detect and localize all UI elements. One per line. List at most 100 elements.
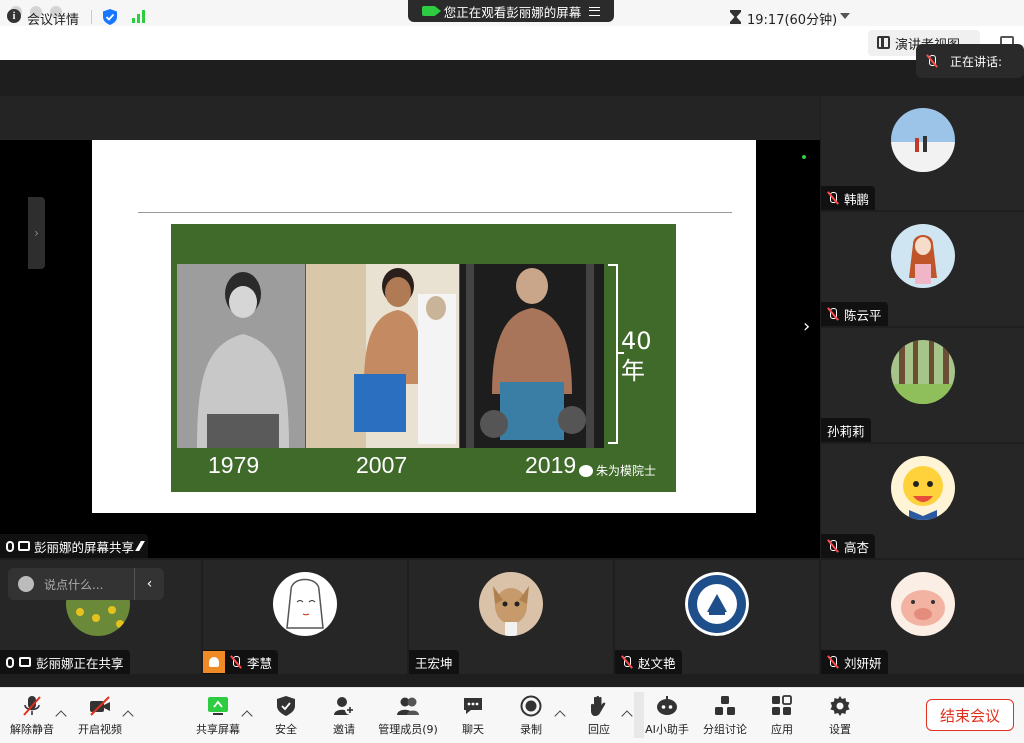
screen-share-icon — [19, 657, 31, 667]
participant-tile[interactable]: 陈云平 — [821, 212, 1024, 326]
muted-mic-icon — [230, 656, 242, 668]
gear-icon — [830, 696, 850, 716]
breakout-rooms-button[interactable]: 分组讨论 — [701, 687, 749, 743]
manage-participants-label: 管理成员(9) — [378, 723, 438, 736]
muted-mic-icon — [827, 540, 839, 552]
participant-name: 韩鹏 — [844, 191, 870, 207]
participant-tile[interactable]: 韩鹏 — [821, 96, 1024, 210]
slide-photo: 40 年 1979 2007 2019 朱为模院士 — [171, 224, 676, 492]
annotate-pencil-icon[interactable] — [135, 541, 145, 551]
settings-button[interactable]: 设置 — [820, 687, 860, 743]
participant-name-tag: 彭丽娜正在共享 — [0, 650, 130, 674]
participant-name: 刘妍妍 — [844, 655, 882, 671]
share-screen-button[interactable]: 共享屏幕 — [194, 687, 242, 743]
ai-assistant-button[interactable]: AI小助手 — [643, 687, 691, 743]
network-signal-icon[interactable] — [132, 10, 148, 23]
share-label-text: 彭丽娜的屏幕共享 — [34, 539, 135, 555]
settings-label: 设置 — [829, 723, 851, 736]
status-dot — [802, 155, 806, 159]
ai-assistant-label: AI小助手 — [645, 723, 689, 736]
avatar — [891, 340, 955, 404]
participant-tile[interactable]: 高杏 — [821, 444, 1024, 558]
participant-tile[interactable]: 刘妍妍 — [821, 560, 1024, 674]
avatar — [685, 572, 749, 636]
reactions-button[interactable]: 回应 — [579, 687, 619, 743]
apps-label: 应用 — [771, 723, 793, 736]
participants-icon — [397, 697, 419, 715]
participant-name-tag: 刘妍妍 — [821, 650, 888, 674]
meeting-timer: 19:17(60分钟) — [747, 13, 838, 28]
participant-name-tag: 李慧 — [203, 650, 279, 674]
participant-tile[interactable]: 李慧 — [203, 560, 407, 674]
quick-chat-input[interactable]: 说点什么... ‹ — [8, 568, 164, 600]
screen-share-icon — [18, 541, 30, 551]
title-bar: 您正在观看彭丽娜的屏幕 — [0, 0, 1024, 26]
muted-mic-icon — [621, 656, 633, 668]
muted-mic-icon — [827, 308, 839, 320]
video-camera-icon — [421, 6, 441, 16]
chat-button[interactable]: 聊天 — [453, 687, 493, 743]
wechat-watermark: 朱为模院士 — [579, 462, 656, 479]
info-icon[interactable]: i — [7, 9, 21, 23]
avatar — [891, 108, 955, 172]
year-char: 年 — [621, 357, 645, 385]
screen-share-name-tag: 彭丽娜的屏幕共享 — [0, 534, 149, 558]
participant-name-tag: 赵文艳 — [615, 650, 682, 674]
unmute-button[interactable]: 解除静音 — [8, 687, 56, 743]
year-2019: 2019 — [525, 452, 577, 478]
meeting-details-link[interactable]: 会议详情 — [27, 9, 79, 28]
avatar — [891, 224, 955, 288]
chevron-right-icon[interactable]: › — [803, 316, 810, 337]
record-label: 录制 — [520, 723, 542, 736]
forty-years-label: 40 年 — [621, 326, 652, 386]
ai-assistant-icon — [657, 696, 677, 715]
record-button[interactable]: 录制 — [511, 687, 551, 743]
chevron-left-icon[interactable]: ‹ — [134, 568, 164, 600]
avatar — [273, 572, 337, 636]
participant-name: 赵文艳 — [638, 655, 676, 671]
participant-tile[interactable]: 赵文艳 — [615, 560, 819, 674]
participant-tile[interactable]: 王宏坤 — [409, 560, 613, 674]
chevron-right-icon[interactable]: › — [28, 197, 45, 269]
shield-icon[interactable] — [103, 9, 117, 25]
year-1979: 1979 — [208, 452, 260, 478]
invite-button[interactable]: 邀请 — [324, 687, 364, 743]
apps-button[interactable]: 应用 — [762, 687, 802, 743]
active-speaker-indicator: 正在讲话: — [916, 44, 1024, 78]
share-screen-label: 共享屏幕 — [196, 723, 240, 736]
breakout-rooms-icon — [715, 696, 735, 715]
breakout-rooms-label: 分组讨论 — [703, 723, 747, 736]
start-video-button[interactable]: 开启视频 — [76, 687, 124, 743]
photo-2019 — [460, 264, 604, 448]
timeline-bracket — [608, 264, 624, 444]
reactions-label: 回应 — [588, 723, 610, 736]
muted-mic-icon — [827, 192, 839, 204]
muted-mic-icon — [827, 656, 839, 668]
security-label: 安全 — [275, 723, 297, 736]
menu-icon[interactable] — [589, 6, 601, 16]
reaction-hand-icon — [591, 695, 606, 716]
viewing-share-banner[interactable]: 您正在观看彭丽娜的屏幕 — [408, 0, 614, 22]
chat-icon — [464, 698, 482, 714]
avatar — [891, 572, 955, 636]
speaker-view-icon — [877, 36, 890, 49]
end-meeting-button[interactable]: 结束会议 — [926, 699, 1014, 731]
record-icon — [520, 695, 542, 717]
start-video-label: 开启视频 — [78, 723, 122, 736]
invite-label: 邀请 — [333, 723, 355, 736]
manage-participants-button[interactable]: 管理成员(9) — [378, 687, 438, 743]
wechat-icon — [579, 464, 593, 477]
chevron-down-icon[interactable] — [840, 13, 850, 19]
user-avatar-icon — [203, 651, 225, 673]
avatar — [479, 572, 543, 636]
divider — [91, 10, 92, 24]
participant-tile[interactable]: 孙莉莉 — [821, 328, 1024, 442]
shared-slide: 40 年 1979 2007 2019 朱为模院士 — [92, 140, 756, 513]
participant-name-tag: 高杏 — [821, 534, 876, 558]
add-user-icon — [334, 697, 355, 715]
hourglass-icon — [730, 10, 741, 24]
security-button[interactable]: 安全 — [266, 687, 306, 743]
avatar — [891, 456, 955, 520]
emoji-icon[interactable] — [18, 576, 34, 592]
share-screen-icon — [208, 697, 228, 715]
